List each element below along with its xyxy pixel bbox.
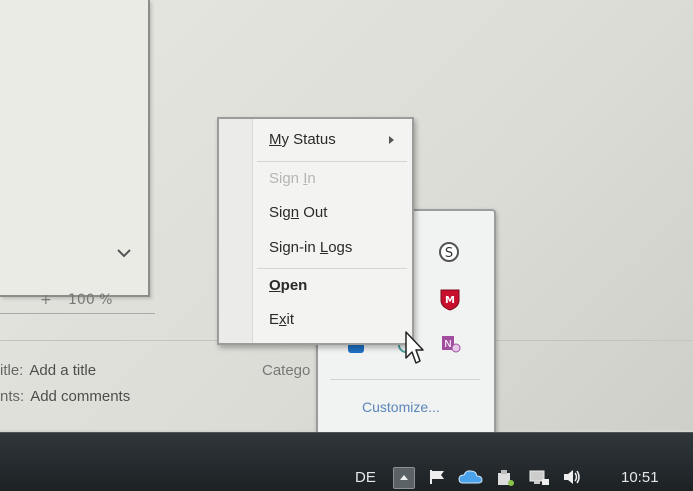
svg-text:S: S [445, 246, 453, 261]
property-title[interactable]: itle: Add a title [0, 362, 96, 379]
submenu-arrow-icon [389, 136, 394, 144]
flag-icon[interactable] [428, 469, 448, 485]
property-value[interactable]: Add comments [30, 388, 130, 405]
volume-icon[interactable] [562, 469, 582, 485]
tray-context-menu: My Status Sign In Sign Out Sign-in Logs … [217, 117, 414, 345]
menu-item-label-pre: E [269, 311, 280, 328]
menu-separator [257, 268, 407, 269]
menu-item-accel-key: x [279, 311, 287, 328]
chevron-down-icon[interactable] [114, 244, 134, 264]
menu-item-accel-key: n [290, 204, 300, 221]
menu-separator [257, 161, 407, 162]
menu-item-label-post: n [307, 170, 316, 187]
menu-item-sign-out[interactable]: Sign Out [269, 204, 327, 221]
menu-item-label-post: pen [280, 277, 308, 294]
svg-text:M: M [445, 295, 455, 306]
menu-item-my-status[interactable]: My Status [269, 131, 336, 148]
menu-item-label-post: Out [299, 204, 328, 221]
menu-item-label-pre: Sig [269, 204, 291, 221]
mouse-cursor-icon [404, 330, 424, 370]
taskbar: DE 10:51 [0, 432, 693, 491]
network-icon[interactable] [528, 469, 550, 485]
property-category-label: Catego [262, 362, 311, 379]
menu-item-sign-in-logs[interactable]: Sign-in Logs [269, 239, 352, 256]
zoom-in-icon[interactable]: + [40, 292, 52, 308]
menu-item-accel-key: O [269, 277, 281, 294]
divider [330, 379, 480, 380]
onenote-icon[interactable]: N [440, 333, 462, 355]
menu-item-label-post: it [286, 311, 295, 328]
menu-item-open[interactable]: Open [269, 277, 307, 294]
onedrive-icon[interactable] [458, 469, 484, 485]
system-clock[interactable]: 10:51 [621, 469, 659, 486]
property-label: itle: [0, 362, 24, 379]
customize-link[interactable]: Customize... [362, 399, 440, 415]
zoom-control[interactable]: + 100 % [0, 292, 155, 314]
menu-item-label-post: y Status [281, 131, 336, 148]
menu-icon-gutter [219, 119, 253, 343]
menu-item-label-pre: Sign-in [269, 239, 320, 256]
mcafee-icon[interactable]: M [438, 287, 460, 311]
property-label: nts: [0, 388, 25, 405]
property-comments[interactable]: nts: Add comments [0, 388, 130, 405]
menu-item-label-pre: Sign [269, 170, 304, 187]
language-indicator[interactable]: DE [355, 469, 376, 486]
menu-item-sign-in[interactable]: Sign In [269, 170, 316, 187]
show-hidden-icons-button[interactable] [393, 467, 415, 489]
menu-item-label-post: ogs [328, 239, 353, 256]
menu-item-exit[interactable]: Exit [269, 311, 294, 328]
menu-item-accel-key: L [319, 239, 329, 256]
document-preview-panel [0, 0, 150, 297]
usb-icon[interactable] [495, 469, 515, 486]
property-value[interactable]: Add a title [29, 362, 96, 379]
zoom-level: 100 % [68, 292, 113, 308]
svg-text:N: N [444, 339, 451, 350]
skype-icon[interactable]: S [438, 241, 460, 263]
menu-item-accel-key: M [269, 131, 282, 148]
